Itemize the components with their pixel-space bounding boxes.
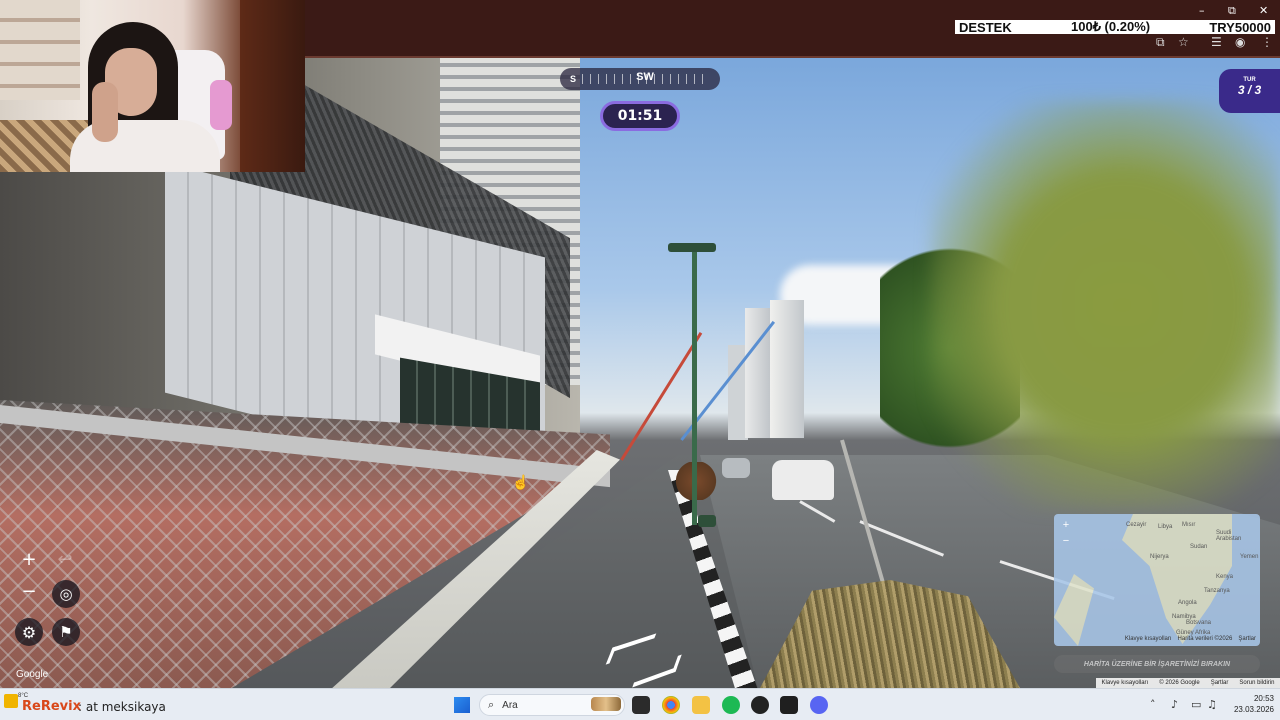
- clock-date: 23.03.2026: [1233, 705, 1274, 714]
- donation-ticker: DESTEK 100₺ (0.20%) TRY50000: [955, 19, 1275, 35]
- legal-item[interactable]: Şartlar: [1211, 680, 1229, 686]
- webcam-shelf: [0, 0, 80, 100]
- map-label: Botsvana: [1186, 620, 1212, 626]
- clock-time: 20:53: [1253, 694, 1274, 703]
- map-label: Nijerya: [1150, 554, 1169, 560]
- discord-icon[interactable]: [810, 696, 828, 714]
- street-light-pole: [692, 250, 697, 525]
- map-label: Yemen: [1240, 554, 1259, 560]
- top-bar-divider: [305, 56, 1280, 58]
- blurred-area: [930, 100, 1280, 510]
- streamer-hand: [92, 82, 118, 142]
- microphone-icon[interactable]: ♪: [1171, 698, 1178, 711]
- chat-message: : at meksikaya: [78, 700, 166, 714]
- map-label: Cezayir: [1126, 522, 1147, 528]
- minimap-footer-item: Harita verileri ©2026: [1177, 636, 1233, 642]
- task-view-icon[interactable]: [632, 696, 650, 714]
- obs-icon[interactable]: [751, 696, 769, 714]
- tray-expand-icon[interactable]: ˄: [1150, 698, 1156, 711]
- map-label: Mısır: [1182, 522, 1196, 528]
- map-label: Angola: [1178, 600, 1197, 606]
- spotify-icon[interactable]: [722, 696, 740, 714]
- chat-username: ReRevix: [22, 699, 81, 714]
- map-label: Kenya: [1216, 574, 1234, 580]
- file-explorer-icon[interactable]: [692, 696, 710, 714]
- settings-gear-icon[interactable]: ⚙: [15, 618, 43, 646]
- bookmark-star-icon[interactable]: ☆: [1178, 35, 1189, 49]
- zoom-in-button[interactable]: +: [15, 545, 43, 573]
- webcam-overlay: [0, 0, 305, 172]
- minimap-zoom-out-button[interactable]: −: [1060, 535, 1072, 547]
- round-indicator: TUR 3 / 3: [1219, 69, 1280, 113]
- round-timer: 01:51: [600, 101, 680, 131]
- close-button[interactable]: ✕: [1259, 4, 1268, 17]
- map-label: Suudi Arabistan: [1216, 530, 1242, 542]
- zoom-out-button[interactable]: −: [15, 577, 43, 605]
- minimap-footer-item[interactable]: Şartlar: [1238, 636, 1256, 646]
- ticker-target: TRY50000: [1209, 19, 1271, 35]
- screen: ☝ – ⧉ ✕ DESTEK 100₺ (0.20%) TRY50000 ⧉ ☆…: [0, 0, 1280, 720]
- restore-button[interactable]: ⧉: [1228, 4, 1236, 18]
- ticker-label: DESTEK: [959, 19, 1012, 35]
- compass-heading: SW: [636, 71, 654, 83]
- car: [722, 458, 750, 478]
- minimize-button[interactable]: –: [1199, 4, 1205, 17]
- return-to-start-pin-icon[interactable]: ◎: [52, 580, 80, 608]
- guess-minimap[interactable]: Cezayir Libya Mısır Sudan Suudi Arabista…: [1054, 514, 1260, 646]
- search-placeholder: Ara: [502, 699, 518, 711]
- terminal-icon[interactable]: [780, 696, 798, 714]
- legal-item[interactable]: Klavye kısayolları: [1102, 680, 1149, 686]
- legal-item[interactable]: Sorun bildirin: [1239, 680, 1274, 686]
- media-icon[interactable]: ☰: [1211, 35, 1222, 49]
- legal-item: © 2026 Google: [1159, 680, 1200, 686]
- place-guess-button[interactable]: HARİTA ÜZERİNE BİR İŞARETİNİZİ BIRAKIN: [1054, 655, 1260, 673]
- windows-start-icon[interactable]: [454, 697, 470, 713]
- car: [772, 460, 834, 500]
- round-value: 3 / 3: [1237, 83, 1262, 97]
- minimap-zoom-in-button[interactable]: +: [1060, 519, 1072, 531]
- network-icon[interactable]: ▭: [1191, 698, 1201, 711]
- street-light-head: [668, 243, 716, 252]
- volume-icon[interactable]: ♫: [1207, 698, 1217, 711]
- cast-icon[interactable]: ⧉: [1156, 35, 1165, 50]
- clock[interactable]: 20:53 23.03.2026: [1224, 693, 1274, 715]
- ticker-amount: 100₺ (0.20%): [1070, 19, 1151, 34]
- flag-icon[interactable]: ⚑: [52, 618, 80, 646]
- undo-button[interactable]: ↩: [51, 545, 79, 573]
- search-icon: ⌕: [488, 698, 495, 711]
- chrome-icon[interactable]: [662, 696, 680, 714]
- construction-crane: [620, 331, 703, 461]
- street-light-base: [698, 515, 716, 527]
- windows-taskbar: 8°C ReRevix : at meksikaya ⌕ Ara ˄ ♪ ▭ ♫…: [0, 688, 1280, 720]
- map-label: Libya: [1158, 524, 1173, 530]
- hand-cursor-icon: ☝: [512, 474, 530, 490]
- webcam-chair-accent: [210, 80, 232, 130]
- search-highlight-image: [591, 697, 621, 711]
- webcam-door: [240, 0, 305, 172]
- map-label: Sudan: [1190, 544, 1208, 550]
- distant-tower: [770, 300, 804, 438]
- weather-icon[interactable]: [4, 694, 18, 708]
- more-menu-icon[interactable]: ⋮: [1261, 35, 1273, 49]
- legal-bar: Klavye kısayolları © 2026 Google Şartlar…: [1096, 678, 1280, 688]
- minimap-footer: Klavye kısayolları Harita verileri ©2026…: [1054, 636, 1260, 646]
- google-watermark: Google: [16, 669, 49, 680]
- minimap-footer-item[interactable]: Klavye kısayolları: [1125, 636, 1172, 646]
- map-label: Tanzanya: [1204, 588, 1230, 594]
- compass-left-label: S: [570, 74, 577, 84]
- profile-icon[interactable]: ◉: [1235, 35, 1245, 49]
